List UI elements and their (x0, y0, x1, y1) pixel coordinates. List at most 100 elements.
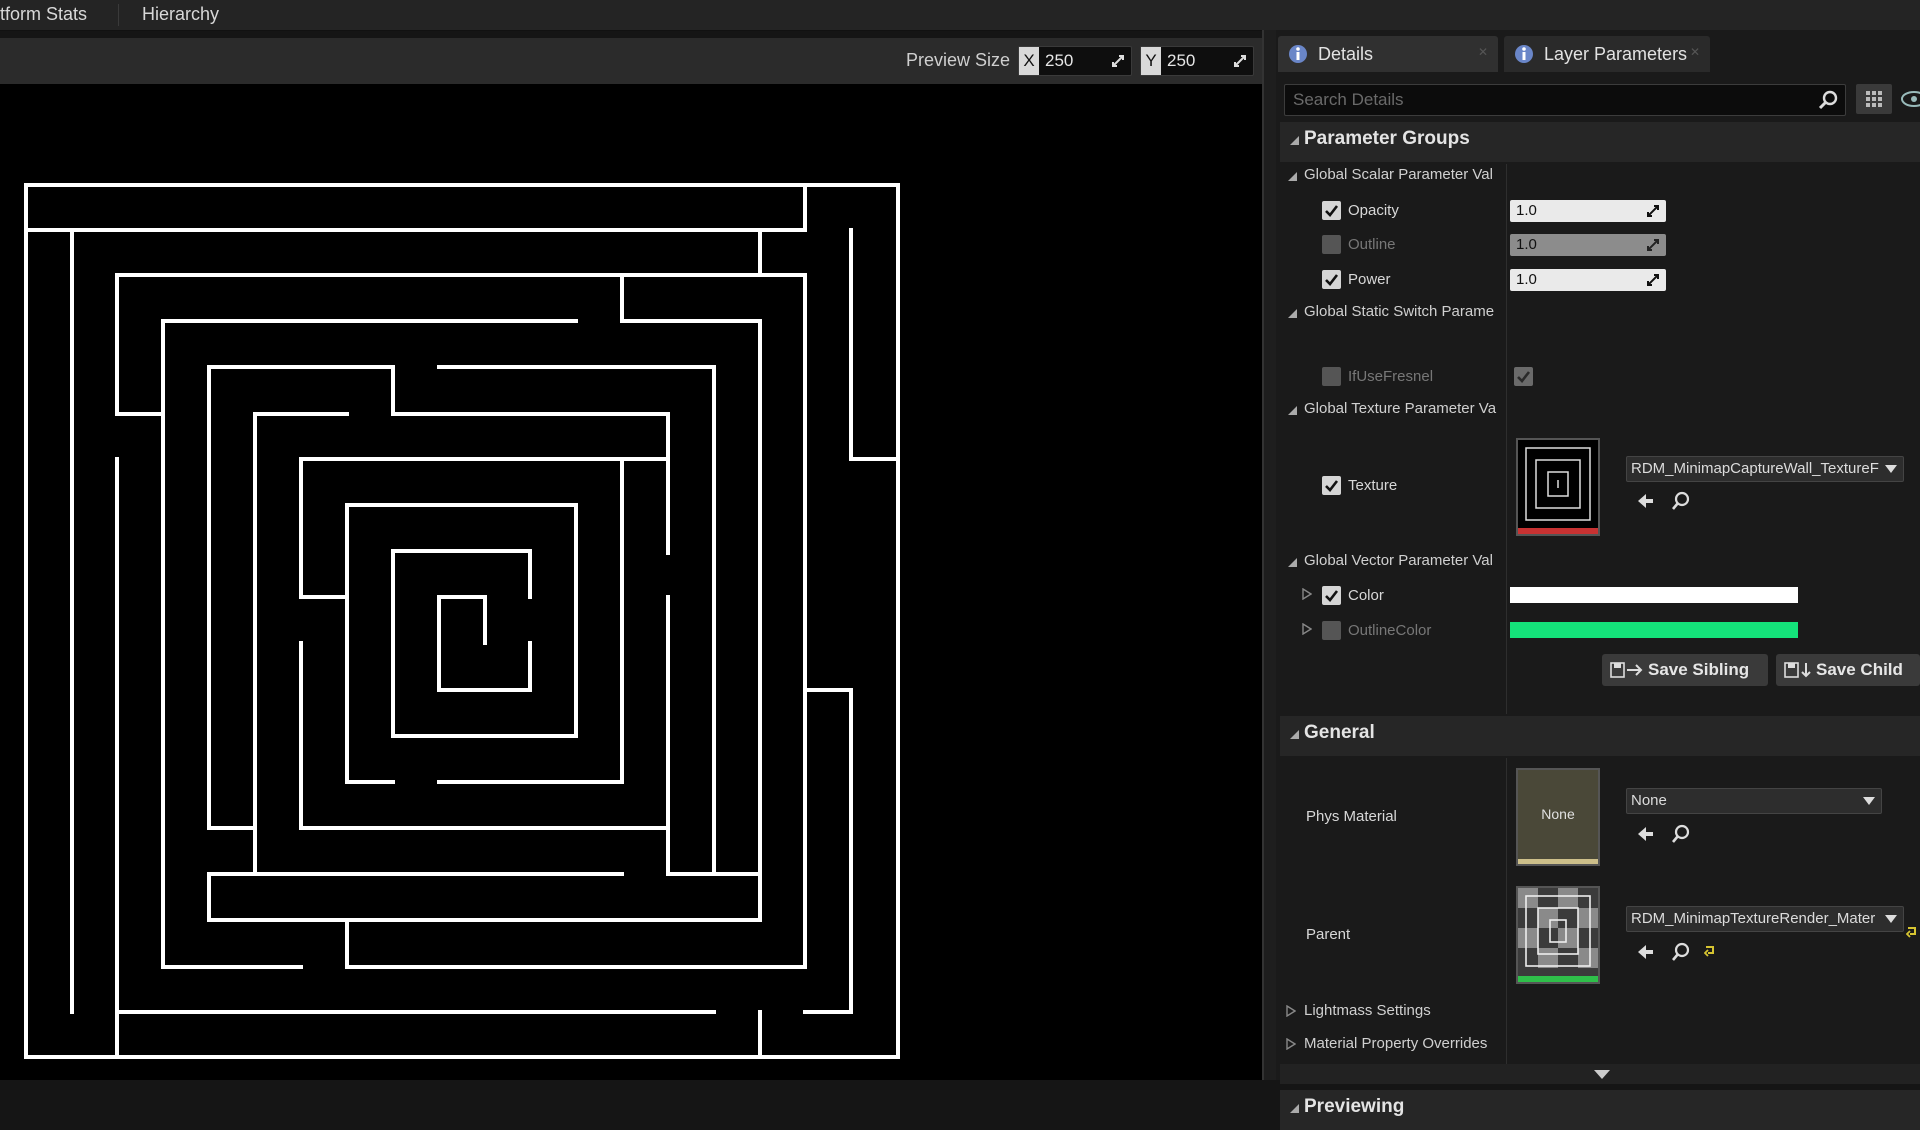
power-label: Power (1348, 271, 1391, 288)
collapse-triangle-icon[interactable] (1286, 404, 1298, 416)
save-child-label: Save Child (1816, 660, 1903, 679)
parent-thumbnail[interactable] (1516, 886, 1600, 984)
color-label: Color (1348, 587, 1384, 604)
power-checkbox[interactable] (1322, 270, 1341, 289)
tab-details-label: Details (1318, 44, 1374, 64)
close-icon[interactable]: ✕ (1690, 45, 1700, 59)
power-value: 1.0 (1516, 271, 1537, 288)
panel-splitter[interactable] (1262, 30, 1276, 1080)
expand-triangle-icon[interactable] (1302, 623, 1312, 635)
expand-triangle-icon[interactable] (1286, 1005, 1296, 1017)
global-vector-group-label: Global Vector Parameter Val (1304, 552, 1493, 569)
ifusefresnel-value-checkbox[interactable] (1514, 367, 1533, 386)
opacity-value-field[interactable]: 1.0 (1510, 200, 1666, 222)
expand-triangle-icon[interactable] (1302, 588, 1312, 600)
chevron-down-icon (1885, 465, 1897, 473)
outline-label: Outline (1348, 236, 1396, 253)
save-child-button[interactable]: Save Child (1776, 654, 1920, 686)
spin-arrows-icon (1234, 55, 1246, 67)
phys-material-thumbnail[interactable]: None (1516, 768, 1600, 866)
search-details-input[interactable]: Search Details (1284, 84, 1846, 116)
browse-search-icon[interactable] (1670, 490, 1692, 512)
view-options-button[interactable] (1856, 84, 1892, 114)
reset-to-default-icon[interactable] (1906, 924, 1920, 938)
advanced-expander[interactable] (1280, 1064, 1920, 1084)
tab-layer-parameters[interactable]: Layer Parameters ✕ (1504, 36, 1710, 72)
parent-material-dropdown[interactable]: RDM_MinimapTextureRender_Mater (1626, 906, 1904, 932)
outlinecolor-swatch[interactable] (1510, 622, 1798, 638)
tab-platform-stats[interactable]: tform Stats (0, 0, 87, 30)
x-axis-label: X (1019, 47, 1039, 75)
column-divider[interactable] (1506, 164, 1507, 714)
lightmass-settings-label[interactable]: Lightmass Settings (1304, 1002, 1431, 1019)
use-selected-arrow-icon[interactable] (1634, 823, 1656, 845)
collapse-triangle-icon[interactable] (1286, 307, 1298, 319)
power-value-field[interactable]: 1.0 (1510, 269, 1666, 291)
global-texture-group-label: Global Texture Parameter Va (1304, 400, 1497, 417)
texture-checkbox[interactable] (1322, 476, 1341, 495)
column-divider[interactable] (1506, 758, 1507, 1068)
tab-divider (118, 4, 119, 26)
details-panel: Details ✕ Layer Parameters ✕ Search Deta… (1276, 30, 1920, 1130)
preview-size-x-field[interactable]: X 250 (1018, 46, 1132, 76)
close-icon[interactable]: ✕ (1478, 45, 1488, 59)
texture-asset-value: RDM_MinimapCaptureWall_TextureF (1631, 460, 1879, 477)
outlinecolor-checkbox[interactable] (1322, 621, 1341, 640)
opacity-value: 1.0 (1516, 202, 1537, 219)
tab-hierarchy[interactable]: Hierarchy (142, 0, 219, 30)
opacity-label: Opacity (1348, 202, 1399, 219)
reset-to-default-icon[interactable] (1704, 943, 1718, 957)
parameter-groups-title: Parameter Groups (1304, 128, 1470, 149)
color-checkbox[interactable] (1322, 586, 1341, 605)
collapse-triangle-icon[interactable] (1286, 170, 1298, 182)
preview-size-y-field[interactable]: Y 250 (1140, 46, 1254, 76)
parent-material-preview-image (1518, 888, 1598, 982)
expand-triangle-icon[interactable] (1286, 1038, 1296, 1050)
checkmark-icon (1325, 205, 1339, 217)
collapse-triangle-icon[interactable] (1286, 556, 1298, 568)
use-selected-arrow-icon[interactable] (1634, 941, 1656, 963)
parameter-groups-header[interactable]: Parameter Groups (1280, 122, 1920, 162)
material-property-overrides-label[interactable]: Material Property Overrides (1304, 1035, 1487, 1052)
preview-size-y-value: 250 (1167, 51, 1196, 70)
outlinecolor-label: OutlineColor (1348, 622, 1432, 639)
visibility-button[interactable] (1896, 84, 1920, 114)
outline-value-field[interactable]: 1.0 (1510, 234, 1666, 256)
asset-type-bar (1518, 859, 1598, 864)
save-sibling-button[interactable]: Save Sibling (1602, 654, 1768, 686)
general-title: General (1304, 722, 1375, 743)
opacity-checkbox[interactable] (1322, 201, 1341, 220)
y-axis-label: Y (1141, 47, 1161, 75)
top-tab-strip: tform Stats Hierarchy (0, 0, 1920, 31)
color-swatch[interactable] (1510, 587, 1798, 603)
texture-thumbnail[interactable] (1516, 438, 1600, 536)
phys-material-thumbnail-label: None (1541, 806, 1575, 822)
save-sibling-icon (1610, 662, 1643, 678)
outline-checkbox[interactable] (1322, 235, 1341, 254)
preview-size-x-value: 250 (1045, 51, 1074, 70)
spin-arrows-icon (1647, 239, 1659, 251)
tab-layer-parameters-label: Layer Parameters (1544, 44, 1688, 64)
chevron-down-icon (1863, 797, 1875, 805)
phys-material-dropdown[interactable]: None (1626, 788, 1882, 814)
parent-label: Parent (1306, 926, 1351, 943)
use-selected-arrow-icon[interactable] (1634, 490, 1656, 512)
collapse-triangle-icon (1290, 1104, 1299, 1113)
spin-arrows-icon (1647, 205, 1659, 217)
general-header[interactable]: General (1280, 716, 1920, 756)
texture-label: Texture (1348, 477, 1398, 494)
global-scalar-group-label: Global Scalar Parameter Val (1304, 166, 1493, 183)
tab-details[interactable]: Details ✕ (1278, 36, 1498, 72)
search-icon[interactable] (1817, 89, 1839, 111)
previewing-header[interactable]: Previewing (1280, 1090, 1920, 1130)
maze-thumbnail-image (1518, 447, 1598, 534)
texture-asset-dropdown[interactable]: RDM_MinimapCaptureWall_TextureF (1626, 456, 1904, 482)
browse-search-icon[interactable] (1670, 941, 1692, 963)
previewing-title: Previewing (1304, 1096, 1405, 1117)
preview-size-label: Preview Size (906, 50, 1011, 70)
preview-viewport: Preview Size X 250 Y 250 (0, 38, 1262, 1080)
spin-arrows-icon (1647, 274, 1659, 286)
browse-search-icon[interactable] (1670, 823, 1692, 845)
phys-material-value: None (1631, 792, 1667, 809)
ifusefresnel-override-checkbox[interactable] (1322, 367, 1341, 386)
